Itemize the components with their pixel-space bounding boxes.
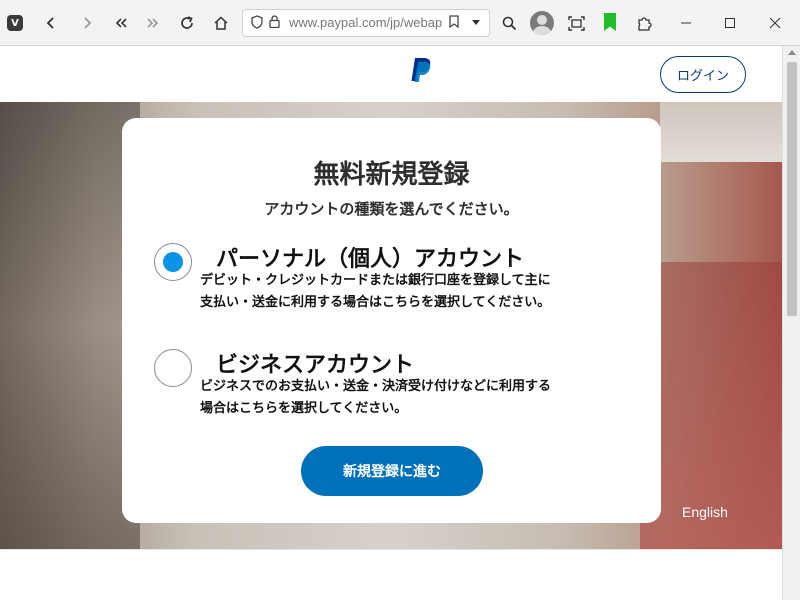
proceed-signup-button[interactable]: 新規登録に進む <box>301 446 483 496</box>
reload-icon[interactable] <box>172 8 202 38</box>
paypal-logo-icon[interactable] <box>410 57 432 83</box>
language-link[interactable]: English <box>682 504 728 520</box>
shield-icon[interactable] <box>251 15 263 33</box>
scroll-thumb[interactable] <box>787 62 797 316</box>
bookmark-icon[interactable] <box>449 15 459 32</box>
page-title: 無料新規登録 <box>313 160 470 190</box>
extension-bookmark-icon[interactable] <box>604 13 616 31</box>
hero-shade-left <box>0 102 140 549</box>
browser-menu-icon[interactable]: V <box>7 15 23 31</box>
rewind-icon[interactable] <box>106 8 136 38</box>
page-subtitle: アカウントの種類を選んでください。 <box>264 200 519 218</box>
home-icon[interactable] <box>206 8 236 38</box>
back-icon[interactable] <box>36 8 66 38</box>
login-button[interactable]: ログイン <box>660 56 746 93</box>
search-icon[interactable] <box>494 8 524 38</box>
business-account-desc-2: 場合はこちらを選択してください。 <box>200 401 408 416</box>
url-text[interactable]: www.paypal.com/jp/webap <box>289 15 449 30</box>
business-account-radio[interactable] <box>154 349 192 387</box>
scroll-up-arrow-icon[interactable] <box>788 50 796 55</box>
signup-card: 無料新規登録 アカウントの種類を選んでください。 パーソナル（個人）アカウント … <box>122 118 661 523</box>
personal-account-title[interactable]: パーソナル（個人）アカウント <box>216 241 524 273</box>
dropdown-arrow-icon[interactable] <box>471 16 481 31</box>
close-icon[interactable] <box>760 8 790 38</box>
profile-avatar[interactable] <box>530 11 554 35</box>
site-header: ログイン <box>0 46 782 102</box>
radio-selected-dot <box>163 252 183 272</box>
minimize-icon[interactable] <box>671 8 701 38</box>
address-bar[interactable]: www.paypal.com/jp/webap <box>242 9 490 37</box>
maximize-icon[interactable] <box>715 8 745 38</box>
page-bottom <box>0 549 782 600</box>
personal-account-radio[interactable] <box>154 243 192 281</box>
hero-window-area <box>660 102 782 162</box>
page-scrollbar[interactable] <box>782 46 800 600</box>
personal-account-desc-2: 支払い・送金に利用する場合はこちらを選択してください。 <box>200 295 551 310</box>
browser-toolbar: V www.paypal.com/jp/webap <box>0 0 800 46</box>
extensions-puzzle-icon[interactable] <box>629 8 659 38</box>
fast-forward-icon[interactable] <box>138 8 168 38</box>
forward-icon[interactable] <box>72 8 102 38</box>
capture-icon[interactable] <box>561 8 591 38</box>
business-account-desc-1: ビジネスでのお支払い・送金・決済受け付けなどに利用する <box>200 379 552 394</box>
lock-icon[interactable] <box>269 15 280 32</box>
personal-account-desc-1: デビット・クレジットカードまたは銀行口座を登録して主に <box>200 273 551 288</box>
business-account-title[interactable]: ビジネスアカウント <box>216 347 414 379</box>
